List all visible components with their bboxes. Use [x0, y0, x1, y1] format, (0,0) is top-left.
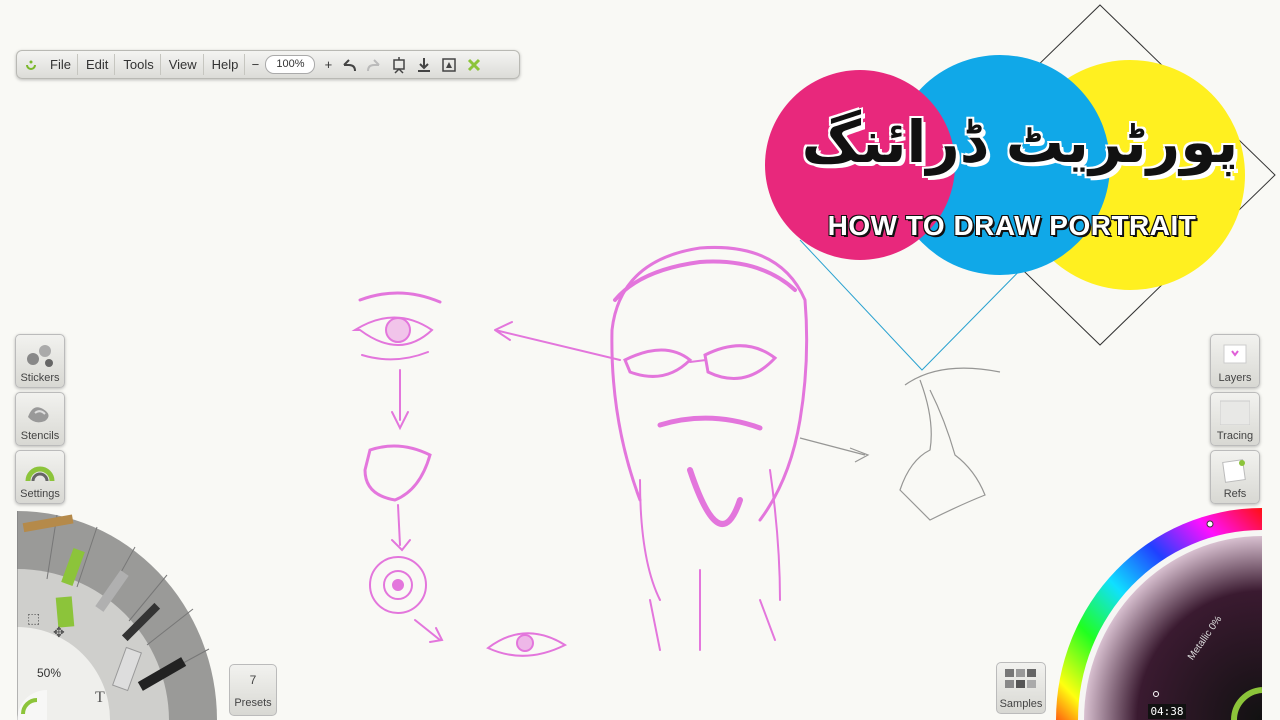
title-urdu: پورٹریٹ ڈرائنگ [801, 108, 1239, 176]
top-toolbar: File Edit Tools View Help − 100% + [16, 50, 520, 79]
color-picker[interactable]: Metallic 0% [1056, 508, 1262, 720]
refs-icon [1222, 459, 1246, 483]
tool-wheel[interactable]: ⬚ ✥ T 50% [17, 509, 217, 720]
import-icon[interactable] [413, 54, 435, 75]
tracing-label: Tracing [1216, 430, 1254, 442]
transform-icon: ✥ [53, 624, 65, 640]
layers-label: Layers [1218, 372, 1252, 384]
fullscreen-icon[interactable] [463, 54, 485, 75]
stencils-label: Stencils [20, 430, 60, 442]
presets-label: Presets [234, 697, 272, 709]
layers-button[interactable]: Layers [1210, 334, 1260, 388]
layers-icon [1223, 344, 1247, 364]
refs-label: Refs [1223, 488, 1247, 500]
undo-icon[interactable] [338, 54, 360, 75]
stencils-button[interactable]: Stencils [15, 392, 65, 446]
color-wheel [1056, 508, 1262, 720]
menu-view[interactable]: View [163, 54, 204, 75]
zoom-out-button[interactable]: − [248, 54, 262, 75]
stencils-icon [28, 407, 49, 423]
settings-label: Settings [20, 488, 60, 500]
zoom-in-button[interactable]: + [321, 54, 335, 75]
video-timestamp: 04:38 [1148, 704, 1186, 719]
menu-help[interactable]: Help [206, 54, 246, 75]
app-logo-icon[interactable] [20, 54, 42, 75]
brush-size-readout[interactable]: 50% [37, 666, 61, 680]
presets-count: 7 [249, 673, 257, 687]
samples-button[interactable]: Samples [996, 662, 1046, 714]
stickers-label: Stickers [20, 372, 60, 384]
menu-tools[interactable]: Tools [117, 54, 161, 75]
samples-icon [1005, 669, 1036, 688]
refs-button[interactable]: Refs [1210, 450, 1260, 504]
title-english: HOW TO DRAW PORTRAIT [827, 210, 1197, 241]
tracing-button[interactable]: Tracing [1210, 392, 1260, 446]
canvas-size-icon[interactable] [388, 54, 410, 75]
stickers-icon [27, 345, 53, 367]
settings-button[interactable]: Settings [15, 450, 65, 504]
presets-button[interactable]: 7 Presets [229, 664, 277, 716]
text-tool-icon: T [95, 689, 105, 706]
settings-icon [25, 466, 55, 482]
samples-label: Samples [999, 698, 1043, 710]
select-icon: ⬚ [27, 610, 40, 626]
menu-edit[interactable]: Edit [80, 54, 116, 75]
tracing-icon [1220, 400, 1250, 425]
redo-icon[interactable] [363, 54, 385, 75]
zoom-level[interactable]: 100% [265, 55, 316, 74]
tool-wheel-graphic: ⬚ ✥ T [17, 511, 217, 720]
menu-file[interactable]: File [44, 54, 78, 75]
export-icon[interactable] [438, 54, 460, 75]
stickers-button[interactable]: Stickers [15, 334, 65, 388]
